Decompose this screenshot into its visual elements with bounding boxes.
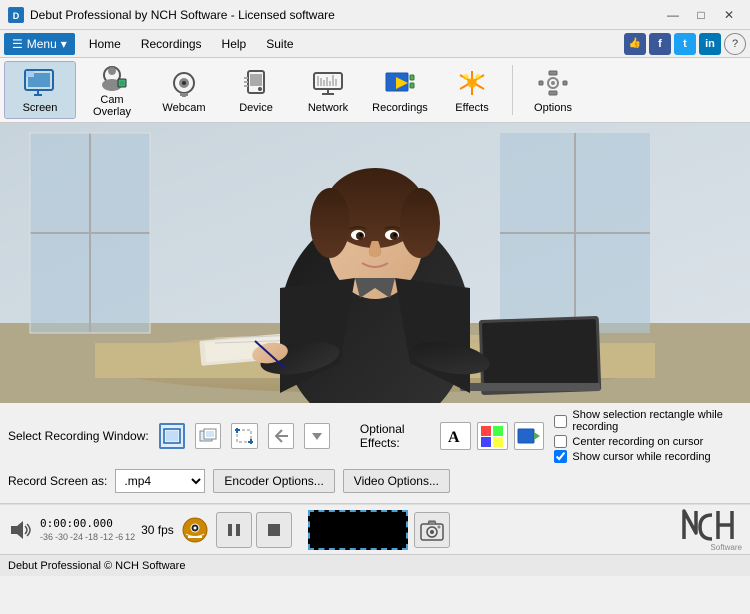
recordings-icon [384,67,416,99]
effects-icon [456,67,488,99]
menu-help[interactable]: Help [212,33,257,55]
dropdown-btn[interactable] [304,423,330,449]
menu-bar: ☰ Menu ▾ Home Recordings Help Suite 👍 f … [0,30,750,58]
menu-button[interactable]: ☰ Menu ▾ [4,33,75,55]
network-label: Network [308,102,348,114]
menu-recordings[interactable]: Recordings [131,33,212,55]
timecode: 0:00:00.000 [40,517,135,530]
title-bar-controls: — □ ✕ [660,5,742,25]
network-icon [312,67,344,99]
maximize-button[interactable]: □ [688,5,714,25]
screen-icon [24,67,56,99]
stop-button[interactable] [256,512,292,548]
options-icon [537,67,569,99]
region-select-btn[interactable] [231,423,257,449]
menu-bar-right: 👍 f t in ? [624,33,746,55]
preview-area [0,123,750,403]
nch-sub-label: Software [710,543,742,552]
linkedin-icon[interactable]: in [699,33,721,55]
menu-home[interactable]: Home [79,33,131,55]
playback-bar: 0:00:00.000 -36 -30 -24 -18 -12 -6 12 30… [0,504,750,554]
preview-image [0,123,750,403]
toolbar: Screen Cam Overlay Webcam [0,58,750,123]
device-icon [240,67,272,99]
window-select-btn[interactable] [195,423,221,449]
preview-thumbnail [308,510,408,550]
thumbs-up-icon[interactable]: 👍 [624,33,646,55]
signal-icon[interactable] [180,515,210,545]
show-cursor-label: Show cursor while recording [572,451,710,463]
center-recording-checkbox[interactable] [554,435,567,448]
center-recording-label: Center recording on cursor [572,436,703,448]
toolbar-effects[interactable]: Effects [436,61,508,119]
nch-letters [682,507,742,543]
controls-row1: Select Recording Window: Optional Effect… [8,409,742,463]
video-effect-btn[interactable] [514,422,545,450]
record-as-label: Record Screen as: [8,474,107,488]
optional-effects-section: Optional Effects: A [360,422,545,450]
checkboxes-section: Show selection rectangle while recording… [554,409,742,463]
back-btn[interactable] [268,423,294,449]
toolbar-screen[interactable]: Screen [4,61,76,119]
controls-area: Select Recording Window: Optional Effect… [0,403,750,504]
volume-icon[interactable] [8,517,34,543]
timecode-display: 0:00:00.000 -36 -30 -24 -18 -12 -6 12 [40,517,135,542]
menu-label: Menu [27,37,57,51]
toolbar-separator [512,65,513,115]
webcam-icon [168,67,200,99]
status-text: Debut Professional © NCH Software [8,560,185,572]
toolbar-webcam[interactable]: Webcam [148,61,220,119]
app-icon: D [8,7,24,23]
playback-controls [216,512,292,548]
toolbar-network[interactable]: Network [292,61,364,119]
status-bar: Debut Professional © NCH Software [0,554,750,576]
toolbar-cam-overlay[interactable]: Cam Overlay [76,61,148,119]
effects-label: Effects [455,102,488,114]
nch-logo: Software [682,507,742,552]
fps-display: 30 fps [141,523,174,537]
title-text: Debut Professional by NCH Software - Lic… [30,8,335,22]
device-label: Device [239,102,273,114]
screen-label: Screen [23,102,58,114]
title-bar: D Debut Professional by NCH Software - L… [0,0,750,30]
show-cursor-row: Show cursor while recording [554,450,742,463]
fullscreen-select-btn[interactable] [159,423,185,449]
svg-text:A: A [448,429,460,446]
cam-overlay-icon [96,63,128,91]
text-effect-btn[interactable]: A [440,422,471,450]
pause-button[interactable] [216,512,252,548]
menu-suite[interactable]: Suite [256,33,303,55]
cam-overlay-label: Cam Overlay [80,94,144,118]
webcam-label: Webcam [162,102,205,114]
twitter-icon[interactable]: t [674,33,696,55]
toolbar-options[interactable]: Options [517,61,589,119]
show-rectangle-row: Show selection rectangle while recording [554,409,742,433]
controls-row2: Record Screen as: .mp4 .avi .mov .wmv .m… [8,469,742,493]
center-recording-row: Center recording on cursor [554,435,742,448]
encoder-options-button[interactable]: Encoder Options... [213,469,334,493]
show-rectangle-label: Show selection rectangle while recording [572,409,742,433]
show-rectangle-checkbox[interactable] [554,415,567,428]
options-label: Options [534,102,572,114]
color-effect-btn[interactable] [477,422,508,450]
help-icon[interactable]: ? [724,33,746,55]
select-window-label: Select Recording Window: [8,429,149,443]
recordings-label: Recordings [372,102,428,114]
title-bar-left: D Debut Professional by NCH Software - L… [8,7,335,23]
svg-text:D: D [13,11,20,21]
video-options-button[interactable]: Video Options... [343,469,450,493]
hamburger-icon: ☰ [12,37,23,51]
optional-effects-label: Optional Effects: [360,422,434,450]
format-select[interactable]: .mp4 .avi .mov .wmv .mkv [115,469,205,493]
minimize-button[interactable]: — [660,5,686,25]
toolbar-device[interactable]: Device [220,61,292,119]
show-cursor-checkbox[interactable] [554,450,567,463]
close-button[interactable]: ✕ [716,5,742,25]
dropdown-arrow-icon: ▾ [61,37,67,51]
toolbar-recordings[interactable]: Recordings [364,61,436,119]
screenshot-button[interactable] [414,512,450,548]
facebook-icon[interactable]: f [649,33,671,55]
